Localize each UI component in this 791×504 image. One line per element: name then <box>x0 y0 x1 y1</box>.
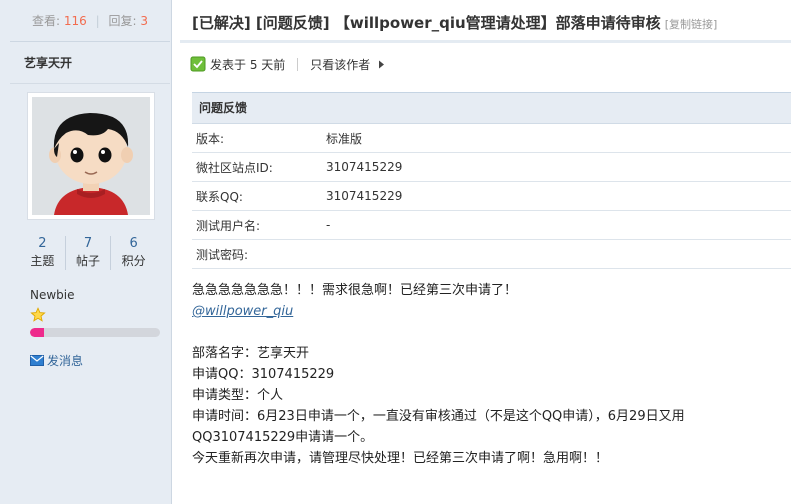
user-mention-link[interactable]: @willpower_qiu <box>192 304 293 319</box>
content-line: 申请时间：6月23日申请一个，一直没有审核通过（不是这个QQ申请），6月29日又… <box>192 409 685 424</box>
send-message-label: 发消息 <box>47 354 84 368</box>
stat-posts-label: 帖子 <box>76 254 101 268</box>
arrow-right-icon <box>379 60 385 68</box>
table-row: 联系QQ: 3107415229 <box>192 182 791 211</box>
row-key: 微社区站点ID: <box>196 160 273 175</box>
issue-info-table: 问题反馈 版本: 标准版 微社区站点ID: 3107415229 联系QQ: 3… <box>192 92 791 269</box>
user-group[interactable]: Newbie <box>30 288 75 302</box>
avatar[interactable] <box>27 92 155 220</box>
copy-link-button[interactable]: [复制链接] <box>665 18 718 31</box>
avatar-cartoon-icon <box>32 97 150 215</box>
author-sidebar: 查看: 116 | 回复: 3 艺享天开 2 主题 7 帖子 6 积分 Newb… <box>0 0 172 504</box>
stat-threads-value: 2 <box>38 236 47 251</box>
post-time: 发表于 5 天前 <box>210 57 286 72</box>
stat-posts[interactable]: 7 帖子 <box>66 236 112 270</box>
content-line: 申请类型：个人 <box>192 388 284 403</box>
stats-divider: | <box>95 14 100 28</box>
row-value: 3107415229 <box>326 160 403 174</box>
post-content: 急急急急急急急！！！需求很急啊！已经第三次申请了！ @willpower_qiu… <box>192 280 782 469</box>
row-key: 测试用户名: <box>196 218 261 233</box>
replies-count: 3 <box>140 14 148 28</box>
post-title-text: [已解决] [问题反馈] 【willpower_qiu管理请处理】部落申请待审核 <box>192 14 661 32</box>
table-row: 版本: 标准版 <box>192 124 791 153</box>
row-value: 标准版 <box>326 131 363 146</box>
thread-stats: 查看: 116 | 回复: 3 <box>10 0 170 42</box>
author-stats: 2 主题 7 帖子 6 积分 <box>20 236 156 270</box>
online-status-icon <box>190 56 206 72</box>
views-count: 116 <box>63 14 87 28</box>
views-label: 查看: <box>32 14 61 28</box>
star-icon <box>30 307 46 322</box>
table-row: 微社区站点ID: 3107415229 <box>192 153 791 182</box>
row-key: 版本: <box>196 131 225 146</box>
stat-threads[interactable]: 2 主题 <box>20 236 66 270</box>
stat-points-value: 6 <box>129 236 138 251</box>
content-line: 部落名字：艺享天开 <box>192 346 310 361</box>
content-line: QQ3107415229申请请一个。 <box>192 430 374 445</box>
level-progress-fill <box>30 328 45 337</box>
title-divider <box>180 40 791 43</box>
send-message-link[interactable]: 发消息 <box>30 352 83 369</box>
view-author-only-label: 只看该作者 <box>310 57 371 72</box>
table-row: 测试密码: <box>192 240 791 269</box>
post-meta: 发表于 5 天前 只看该作者 <box>190 54 385 74</box>
replies-label: 回复: <box>108 14 137 28</box>
stat-threads-label: 主题 <box>30 254 55 268</box>
row-key: 测试密码: <box>196 247 249 262</box>
stat-points-label: 积分 <box>121 254 146 268</box>
view-author-only-link[interactable]: 只看该作者 <box>310 56 385 73</box>
post-main: [已解决] [问题反馈] 【willpower_qiu管理请处理】部落申请待审核… <box>180 0 791 504</box>
row-key: 联系QQ: <box>196 189 243 204</box>
info-table-header: 问题反馈 <box>192 93 791 124</box>
meta-divider <box>297 57 299 71</box>
stat-points[interactable]: 6 积分 <box>111 236 156 270</box>
author-name[interactable]: 艺享天开 <box>10 42 170 84</box>
level-progress-bar <box>30 328 160 337</box>
stat-posts-value: 7 <box>83 236 93 251</box>
content-line: 申请QQ：3107415229 <box>192 367 335 382</box>
mail-icon <box>30 355 44 366</box>
row-value: 3107415229 <box>326 189 403 203</box>
row-value: - <box>326 218 331 232</box>
content-line: 今天重新再次申请，请管理尽快处理！已经第三次申请了啊！急用啊！！ <box>192 451 609 466</box>
post-title: [已解决] [问题反馈] 【willpower_qiu管理请处理】部落申请待审核… <box>192 12 717 33</box>
content-line: 急急急急急急急！！！需求很急啊！已经第三次申请了！ <box>192 283 518 298</box>
avatar-image <box>32 97 150 215</box>
table-row: 测试用户名: - <box>192 211 791 240</box>
